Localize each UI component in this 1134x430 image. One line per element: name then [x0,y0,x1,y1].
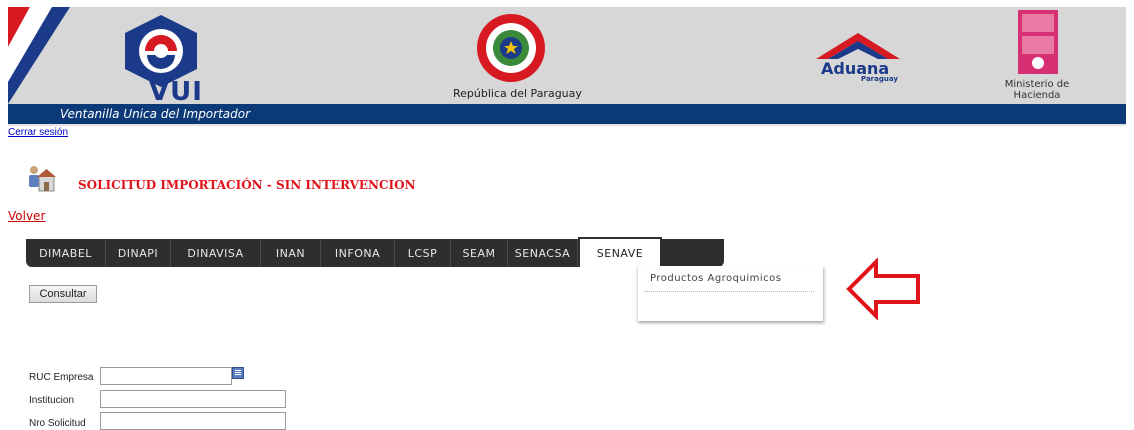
institucion-input[interactable] [100,390,286,408]
ministerio-logo-icon [1018,10,1058,74]
national-seal-icon [477,14,545,82]
vui-logo-text: VUI [149,77,203,104]
logout-link[interactable]: Cerrar sesión [8,127,68,138]
institucion-label: Institucion [29,395,75,406]
tab-senave[interactable]: SENAVE [578,237,662,267]
tab-infona[interactable]: INFONA [321,239,395,267]
menu-separator [644,291,814,292]
ministerio-name: Ministerio de Hacienda [1004,79,1070,101]
flag-stripe-decoration [8,7,70,104]
tab-dinavisa[interactable]: DINAVISA [171,239,261,267]
aduana-logo-subtext: Paraguay [861,75,898,83]
tab-dinapi[interactable]: DINAPI [106,239,171,267]
menu-item-productos-agroquimicos[interactable]: Productos Agroquimicos [650,273,781,284]
ruc-lookup-icon[interactable] [232,367,244,379]
consultar-button[interactable]: Consultar [29,285,97,303]
tab-dimabel[interactable]: DIMABEL [26,239,106,267]
senave-dropdown-menu: Productos Agroquimicos [637,266,823,321]
ruc-empresa-label: RUC Empresa [29,372,94,383]
nro-solicitud-label: Nro Solicitud [29,418,86,429]
tab-senacsa[interactable]: SENACSA [508,239,578,267]
institution-tabs: DIMABEL DINAPI DINAVISA INAN INFONA LCSP… [26,237,724,267]
tab-inan[interactable]: INAN [261,239,321,267]
tab-lcsp[interactable]: LCSP [395,239,451,267]
site-tagline: Ventanilla Unica del Importador [60,107,251,121]
country-name: República del Paraguay [453,87,582,100]
tab-seam[interactable]: SEAM [451,239,508,267]
header-band-divider [8,124,1126,126]
site-header: VUI República del Paraguay Aduana Paragu… [8,7,1126,104]
nro-solicitud-input[interactable] [100,412,286,430]
users-page-icon [29,166,56,192]
back-link[interactable]: Volver [8,209,45,223]
red-arrow-left-icon [846,258,920,320]
ruc-empresa-input[interactable] [100,367,232,385]
page-title: SOLICITUD IMPORTACIÓN - SIN INTERVENCION [78,178,416,192]
